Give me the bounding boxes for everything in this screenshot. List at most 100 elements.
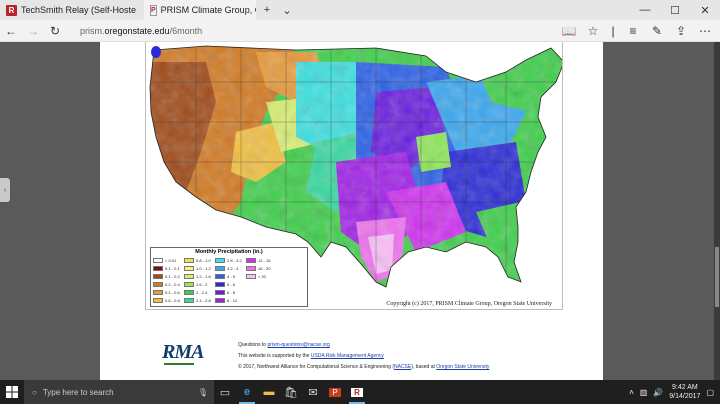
copyright-label: © 2017, Northwest Alliance for Computati… <box>238 364 394 370</box>
start-button[interactable] <box>0 380 24 404</box>
back-arrow-icon[interactable]: ← <box>0 20 22 42</box>
search-placeholder: Type here to search <box>42 387 114 397</box>
legend-entry: 2.4 - 2.8 <box>184 296 215 304</box>
legend-label: 5 - 6 <box>227 281 236 287</box>
techsmith-favicon-icon: R <box>6 4 17 16</box>
address-bar[interactable]: prism.oregonstate.edu/6month <box>80 26 558 36</box>
system-tray: ˄ ▥ 🔊 9:42 AM 9/14/2017 ▢ <box>629 383 720 401</box>
legend-swatch <box>153 273 163 279</box>
tab-title: PRISM Climate Group, C <box>160 5 256 15</box>
legend-label: 4 - 5 <box>227 273 236 279</box>
legend-entry: > 20 <box>246 272 277 280</box>
legend-swatch <box>184 273 194 279</box>
techsmith-relay-icon[interactable]: R <box>346 380 368 404</box>
page-footer: RMA Questions to prism-questions@nacse.o… <box>162 337 562 377</box>
more-menu-icon[interactable]: ⋯ <box>694 20 716 42</box>
tab-list-chevron-icon[interactable]: ⌄ <box>278 0 296 20</box>
legend-swatch <box>215 289 225 295</box>
legend-label: 3.2 - 4 <box>227 265 239 271</box>
tab-prism-climate[interactable]: P PRISM Climate Group, C ✕ <box>144 0 256 20</box>
navigation-bar: ← → ↻ prism.oregonstate.edu/6month 📖 ☆ |… <box>0 20 720 42</box>
legend-entry: 0.2 - 0.4 <box>153 280 184 288</box>
legend-entry: 8 - 12 <box>215 296 246 304</box>
legend-label: 6 - 8 <box>227 289 236 295</box>
close-window-button[interactable]: ✕ <box>690 0 720 20</box>
clock-date: 9/14/2017 <box>669 393 701 400</box>
legend-entry: 2 - 2.4 <box>184 288 215 296</box>
network-icon[interactable]: ▥ <box>640 388 648 397</box>
legend-title: Monthly Precipitation (in.) <box>195 249 263 255</box>
vertical-scrollbar[interactable] <box>714 42 720 380</box>
legend-entry: 5 - 6 <box>215 280 246 288</box>
legend-swatch <box>246 257 256 263</box>
legend-label: 2.8 - 3.2 <box>227 257 242 263</box>
legend-label: 1.0 - 1.2 <box>196 265 211 271</box>
legend-swatch <box>215 257 225 263</box>
tab-techsmith-relay[interactable]: R TechSmith Relay (Self-Hoste <box>0 0 144 20</box>
volume-icon[interactable]: 🔊 <box>653 388 663 397</box>
map-zoom-control[interactable] <box>151 46 161 58</box>
legend-entry: 6 - 8 <box>215 288 246 296</box>
mail-icon[interactable]: ✉ <box>302 380 324 404</box>
legend-entry: 2.8 - 3.2 <box>215 256 246 264</box>
questions-line: Questions to prism-questions@nacse.org <box>238 342 330 348</box>
legend-grid: < 0.01 0.1 - 0.1 0.1 - 0.2 0.2 - 0.4 0.4 - 0… <box>153 256 307 304</box>
taskbar-search-box[interactable]: ○ Type here to search 🎙 <box>24 380 214 404</box>
legend-entry: 1.0 - 1.2 <box>184 264 215 272</box>
edge-browser-icon[interactable]: e <box>236 380 258 404</box>
refresh-icon[interactable]: ↻ <box>44 20 66 42</box>
support-line: This website is supported by the USDA Ri… <box>238 353 384 359</box>
search-icon: ○ <box>32 387 37 397</box>
file-explorer-icon[interactable]: ▬ <box>258 380 280 404</box>
legend-entry: 1.6 - 2 <box>184 280 215 288</box>
legend-entry: 0.4 - 0.6 <box>153 288 184 296</box>
precipitation-map: Monthly Precipitation (in.) < 0.01 0.1 - … <box>145 42 563 310</box>
legend-label: 2 - 2.4 <box>196 289 208 295</box>
copyright-mid: ), based at <box>411 364 437 370</box>
clock[interactable]: 9:42 AM 9/14/2017 <box>669 383 700 401</box>
reading-view-icon[interactable]: 📖 <box>558 20 580 42</box>
usda-rma-link[interactable]: USDA Risk Management Agency <box>311 353 384 359</box>
new-tab-button[interactable]: + <box>256 0 278 20</box>
favorite-star-icon[interactable]: ☆ <box>582 20 604 42</box>
nacse-link[interactable]: NACSE <box>394 364 411 370</box>
rma-logo[interactable]: RMA <box>162 341 204 364</box>
minimize-button[interactable]: — <box>630 0 660 20</box>
legend-swatch <box>215 273 225 279</box>
legend-label: < 0.01 <box>165 257 177 263</box>
hub-icon[interactable]: ≡ <box>622 20 644 42</box>
forward-arrow-icon[interactable]: → <box>22 20 44 42</box>
legend-swatch <box>215 297 225 303</box>
microphone-icon[interactable]: 🎙 <box>198 388 208 397</box>
legend-swatch <box>215 265 225 271</box>
support-label: This website is supported by the <box>238 353 311 359</box>
legend-label: 0.4 - 0.6 <box>165 289 180 295</box>
separator: | <box>611 23 615 38</box>
notes-pen-icon[interactable]: ✎ <box>646 20 668 42</box>
legend-label: 0.8 - 1.0 <box>196 257 211 263</box>
legend-entry: < 0.01 <box>153 256 184 264</box>
url-prefix: prism. <box>80 25 105 36</box>
taskbar: ○ Type here to search 🎙 ▭ e ▬ 🛍 ✉ P R ˄ … <box>0 380 720 404</box>
side-panel-handle[interactable]: ‹ <box>0 178 10 202</box>
maximize-button[interactable]: ☐ <box>660 0 690 20</box>
questions-email-link[interactable]: prism-questions@nacse.org <box>267 342 329 348</box>
url-domain: oregonstate.edu <box>104 25 170 36</box>
webpage: Monthly Precipitation (in.) < 0.01 0.1 - … <box>100 42 603 380</box>
powerpoint-icon[interactable]: P <box>324 380 346 404</box>
questions-label: Questions to <box>238 342 268 348</box>
osu-link[interactable]: Oregon State University <box>436 364 489 370</box>
windows-logo-icon <box>6 386 18 398</box>
legend-label: 1.6 - 2 <box>196 281 208 287</box>
store-icon[interactable]: 🛍 <box>280 380 302 404</box>
legend-entry: 0.8 - 1.0 <box>184 256 215 264</box>
url-path: /6month <box>169 25 203 36</box>
legend-swatch <box>215 281 225 287</box>
legend-swatch <box>184 281 194 287</box>
notification-center-icon[interactable]: ▢ <box>706 388 714 397</box>
share-icon[interactable]: ⇪ <box>670 20 692 42</box>
scrollbar-thumb[interactable] <box>715 247 719 307</box>
show-hidden-icons-icon[interactable]: ˄ <box>629 388 634 397</box>
task-view-icon[interactable]: ▭ <box>214 380 236 404</box>
legend-label: 1.2 - 1.6 <box>196 273 211 279</box>
